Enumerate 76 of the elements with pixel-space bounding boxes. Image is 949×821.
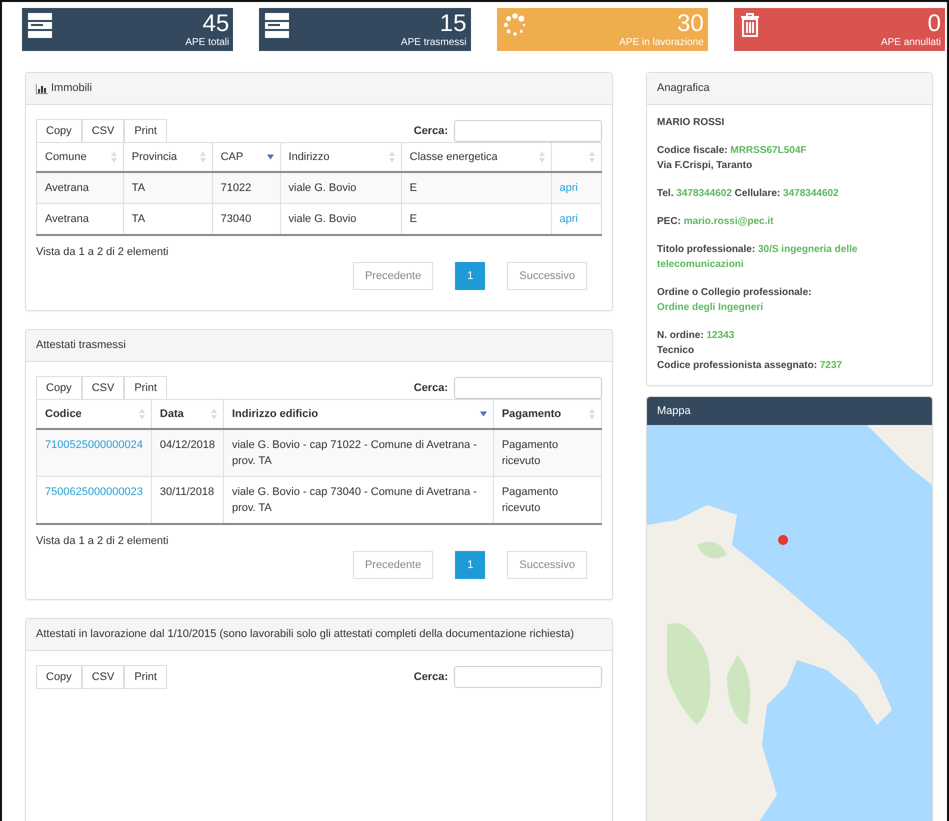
bar-chart-icon bbox=[36, 84, 48, 94]
sort-icon[interactable] bbox=[210, 408, 217, 420]
sort-icon[interactable] bbox=[589, 152, 595, 162]
table-cell: TA bbox=[132, 213, 146, 225]
table-cell: Pagamento ricevuto bbox=[502, 486, 558, 514]
search-field[interactable] bbox=[454, 377, 602, 399]
sort-icon[interactable] bbox=[538, 152, 545, 162]
table-cell: TA bbox=[132, 182, 146, 194]
sort-icon[interactable] bbox=[200, 152, 206, 162]
table-info: Vista da 1 a 2 di 2 elementi bbox=[36, 535, 170, 547]
panel-title: Attestati trasmessi bbox=[36, 338, 126, 353]
profile-line: Tecnico bbox=[657, 344, 696, 358]
table-cell: viale G. Bovio bbox=[288, 213, 356, 225]
stat-value: 30 bbox=[677, 11, 704, 37]
stat-label: APE in lavorazione bbox=[619, 37, 704, 48]
sort-descending-icon[interactable] bbox=[480, 412, 487, 416]
table-cell: Avetrana bbox=[45, 213, 89, 225]
stat-value: 45 bbox=[202, 11, 230, 37]
profile-line: Ordine degli Ingegneri bbox=[657, 301, 764, 315]
panel-title: Immobili bbox=[51, 81, 92, 96]
toolbar-button[interactable]: Print bbox=[124, 376, 167, 400]
next-button[interactable]: Successivo bbox=[507, 551, 587, 579]
table-cell: E bbox=[410, 182, 417, 194]
table-cell: Avetrana bbox=[45, 182, 89, 194]
toolbar-button[interactable]: Copy bbox=[36, 376, 82, 400]
sort-icon[interactable] bbox=[589, 408, 595, 420]
table-cell: E bbox=[410, 213, 417, 225]
table-cell: 71022 bbox=[220, 182, 252, 194]
stat-label: APE annullati bbox=[880, 37, 941, 48]
toolbar-button[interactable]: CSV bbox=[82, 119, 124, 143]
table-cell: Pagamento ricevuto bbox=[502, 439, 558, 467]
stat-value: 0 bbox=[928, 11, 941, 37]
search-field[interactable] bbox=[454, 666, 602, 688]
previous-button[interactable]: Precedente bbox=[352, 551, 434, 579]
stat-label: APE trasmessi bbox=[400, 37, 466, 48]
profile-line: Codice professionista assegnato: 7237 bbox=[657, 359, 844, 373]
table-cell: viale G. Bovio - cap 71022 - Comune di Avetrana - prov. TA bbox=[232, 439, 477, 467]
search-label: Cerca: bbox=[414, 125, 448, 137]
toolbar-button[interactable]: CSV bbox=[82, 376, 124, 400]
toolbar-button[interactable]: Print bbox=[124, 665, 167, 689]
table-cell: 04/12/2018 bbox=[160, 439, 215, 451]
previous-button[interactable]: Precedente bbox=[352, 262, 434, 290]
search-label: Cerca: bbox=[414, 382, 448, 394]
table-info: Vista da 1 a 2 di 2 elementi bbox=[36, 246, 170, 258]
profile-line: N. ordine: 12343 bbox=[657, 329, 736, 343]
toolbar-button[interactable]: CSV bbox=[82, 665, 124, 689]
toolbar-button[interactable]: Print bbox=[124, 119, 167, 143]
profile-line: Tel. 3478344602 Cellulare: 3478344602 bbox=[657, 187, 840, 201]
profile-line: Ordine o Collegio professionale: bbox=[657, 286, 812, 300]
next-button[interactable]: Successivo bbox=[507, 262, 587, 290]
sort-icon[interactable] bbox=[388, 152, 395, 162]
search-field[interactable] bbox=[454, 120, 602, 142]
search-label: Cerca: bbox=[414, 671, 448, 683]
server-icon bbox=[265, 13, 290, 39]
panel-title: Attestati in lavorazione dal 1/10/2015 (sono lavorabili solo gli attestati completi della documentazione richiesta) bbox=[36, 627, 574, 642]
table-cell: 73040 bbox=[220, 213, 252, 225]
sort-icon[interactable] bbox=[110, 152, 117, 162]
trash-icon bbox=[740, 13, 760, 37]
profile-line: Via F.Crispi, Taranto bbox=[657, 159, 754, 173]
table-cell: viale G. Bovio bbox=[288, 182, 356, 194]
spinner-icon bbox=[502, 13, 526, 37]
table-cell: 30/11/2018 bbox=[160, 486, 214, 498]
stat-label: APE totali bbox=[185, 37, 230, 48]
profile-line: Titolo professionale: 30/S ingegneria delle telecomunicazioni bbox=[657, 243, 858, 272]
panel-title: Anagrafica bbox=[657, 81, 710, 96]
profile-line: Codice fiscale: MRRSS67L504F bbox=[657, 144, 808, 158]
panel-title: Mappa bbox=[657, 405, 691, 417]
sort-descending-icon[interactable] bbox=[266, 154, 274, 160]
profile-line: MARIO ROSSI bbox=[657, 116, 726, 130]
toolbar-button[interactable]: Copy bbox=[36, 119, 82, 143]
table-cell: viale G. Bovio - cap 73040 - Comune di Avetrana - prov. TA bbox=[232, 486, 477, 514]
stat-value: 15 bbox=[440, 11, 466, 37]
profile-line: PEC: mario.rossi@pec.it bbox=[657, 215, 774, 229]
sort-icon[interactable] bbox=[138, 408, 145, 420]
server-icon bbox=[28, 13, 52, 39]
toolbar-button[interactable]: Copy bbox=[36, 665, 82, 689]
